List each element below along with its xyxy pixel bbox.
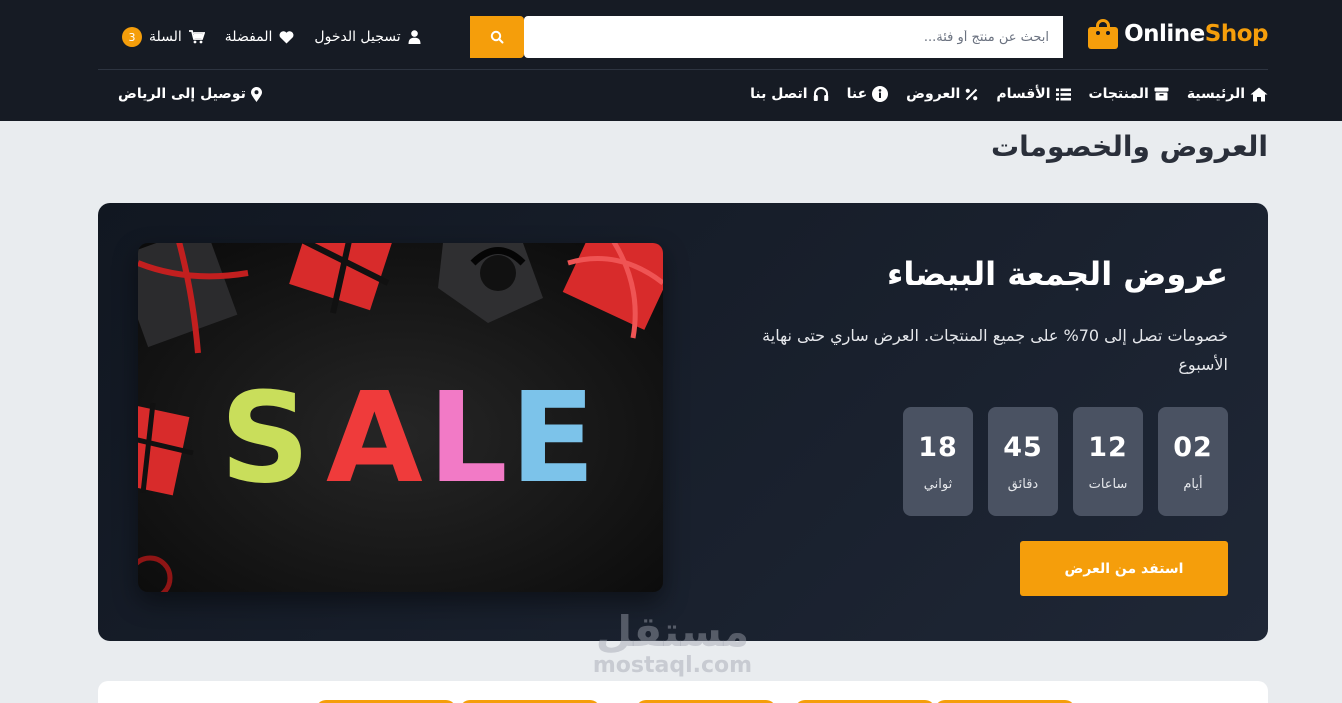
header-main-row: OnlineShop السلة 3 المفضلة تسجيل الدخول: [98, 0, 1269, 70]
page-title: العروض والخصومات: [991, 130, 1268, 163]
list-icon: [1055, 88, 1071, 100]
home-icon: [1250, 87, 1268, 101]
nav-categories-label: الأقسام: [996, 86, 1051, 102]
nav-item-home[interactable]: الرئيسية: [1187, 86, 1268, 102]
black-friday-offer-card: عروض الجمعة البيضاء خصومات تصل إلى 70% ع…: [98, 203, 1268, 641]
heart-icon: [279, 30, 294, 43]
sale-letter-s: S: [220, 366, 310, 511]
countdown-minutes-label: دقائق: [1007, 476, 1039, 492]
countdown-minutes-value: 45: [1003, 431, 1043, 463]
cart-label: السلة: [149, 29, 182, 45]
sale-letter-l: L: [428, 366, 508, 511]
headset-icon: [813, 86, 828, 101]
mostaql-watermark: مستقل mostaql.com: [590, 610, 755, 678]
logo-text: OnlineShop: [1124, 21, 1268, 47]
favorites-link[interactable]: المفضلة: [225, 29, 295, 45]
countdown-seconds-value: 18: [918, 431, 958, 463]
delivery-location[interactable]: توصيل إلى الرياض: [118, 80, 262, 108]
nav-about-label: عنا: [846, 86, 868, 102]
offer-description: خصومات تصل إلى 70% على جميع المنتجات. ال…: [762, 326, 1228, 374]
nav-item-categories[interactable]: الأقسام: [996, 86, 1071, 102]
watermark-url: mostaql.com: [592, 653, 753, 678]
offer-title: عروض الجمعة البيضاء: [887, 255, 1228, 293]
search-button[interactable]: [470, 16, 524, 58]
main-nav: الرئيسية المنتجات الأقسام العروض عنا اتص…: [750, 80, 1268, 108]
search-icon: [490, 30, 504, 44]
countdown-seconds: 18 ثواني: [903, 407, 973, 516]
nav-offers-label: العروض: [906, 86, 961, 102]
countdown-timer: 02 أيام 12 ساعات 45 دقائق 18 ثواني: [903, 407, 1228, 516]
sale-banner-image: S A L E: [138, 243, 663, 592]
favorites-label: المفضلة: [224, 29, 273, 45]
countdown-minutes: 45 دقائق: [988, 407, 1058, 516]
box-icon: [1154, 87, 1169, 101]
sale-letter-e: E: [510, 366, 595, 511]
countdown-hours-value: 12: [1088, 431, 1128, 463]
sale-letter-a: A: [326, 366, 423, 511]
nav-item-offers[interactable]: العروض: [906, 86, 978, 102]
user-icon: [408, 30, 421, 44]
delivery-label: توصيل إلى الرياض: [118, 86, 246, 102]
next-section-card: [98, 681, 1268, 703]
info-icon: [872, 86, 889, 102]
claim-offer-button[interactable]: استفد من العرض: [1020, 541, 1228, 596]
map-pin-icon: [250, 86, 262, 102]
shopping-bag-icon: [1088, 19, 1119, 49]
countdown-days-label: أيام: [1183, 476, 1203, 492]
countdown-hours-label: ساعات: [1088, 476, 1128, 492]
header-links: السلة 3 المفضلة تسجيل الدخول: [122, 24, 421, 50]
countdown-hours: 12 ساعات: [1073, 407, 1143, 516]
logo[interactable]: OnlineShop: [1088, 16, 1269, 52]
search-input[interactable]: [524, 16, 1063, 58]
nav-item-about[interactable]: عنا: [847, 86, 889, 102]
countdown-days-value: 02: [1173, 431, 1213, 463]
login-label: تسجيل الدخول: [314, 29, 401, 45]
nav-products-label: المنتجات: [1088, 86, 1149, 102]
login-link[interactable]: تسجيل الدخول: [314, 29, 421, 45]
top-header: OnlineShop السلة 3 المفضلة تسجيل الدخول: [0, 0, 1342, 121]
nav-contact-label: اتصل بنا: [750, 86, 808, 102]
nav-home-label: الرئيسية: [1186, 86, 1245, 102]
sale-gifts-illustration: S A L E: [138, 243, 663, 592]
nav-item-products[interactable]: المنتجات: [1089, 86, 1169, 102]
watermark-arabic: مستقل: [595, 607, 750, 656]
nav-item-contact[interactable]: اتصل بنا: [750, 86, 828, 102]
percent-icon: [966, 88, 978, 100]
countdown-days: 02 أيام: [1158, 407, 1228, 516]
cart-count-badge: 3: [122, 27, 142, 47]
cart-link[interactable]: السلة 3: [122, 27, 205, 47]
countdown-seconds-label: ثواني: [923, 476, 953, 492]
cart-icon: [188, 30, 205, 44]
